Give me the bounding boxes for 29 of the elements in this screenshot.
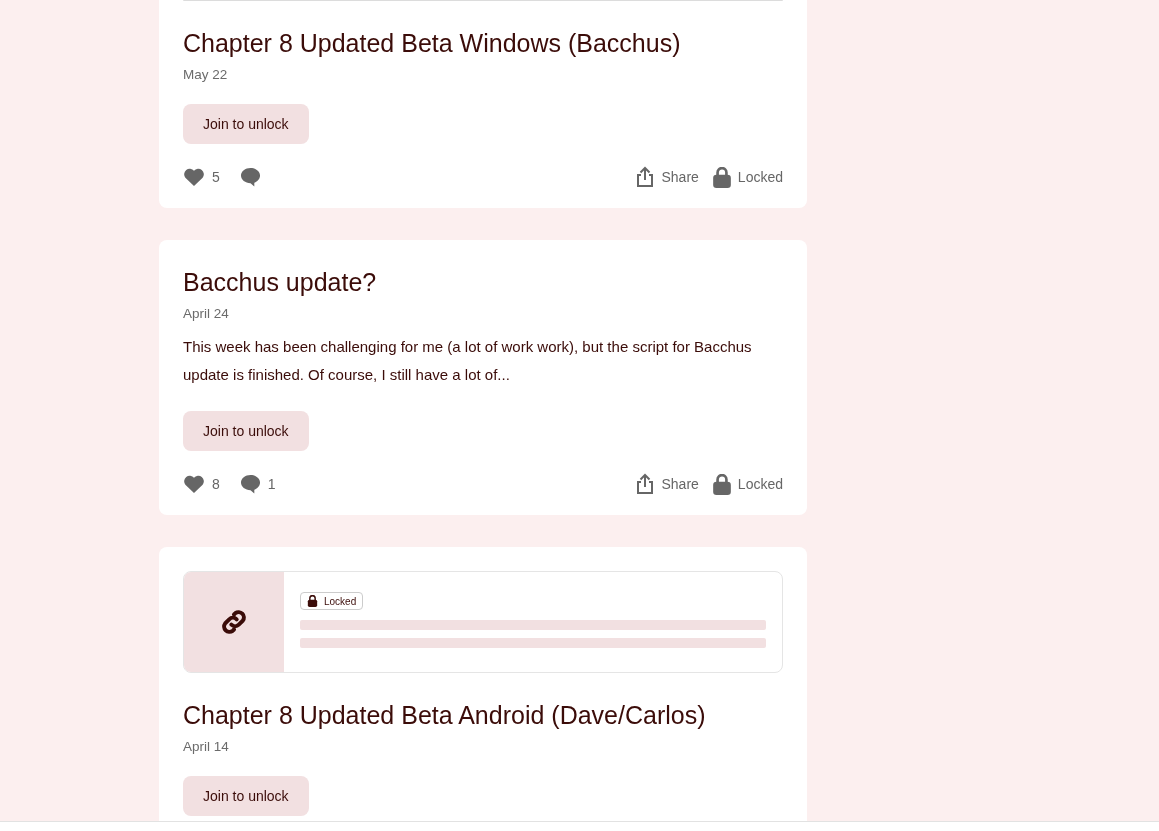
join-to-unlock-button[interactable]: Join to unlock [183, 411, 309, 451]
share-icon [636, 473, 655, 495]
share-button[interactable]: Share [636, 473, 699, 495]
comment-icon [239, 474, 261, 494]
join-to-unlock-button[interactable]: Join to unlock [183, 776, 309, 816]
locked-status: Locked [712, 473, 783, 495]
comment-button[interactable]: 1 [239, 474, 276, 494]
like-button[interactable]: 5 [183, 167, 220, 187]
post-date: April 24 [183, 306, 230, 321]
post-excerpt: This week has been challenging for me (a lot of work work), but the script for Bacchus update is finished. Of course, I still have a lot of... [183, 337, 753, 385]
comment-button[interactable] [239, 167, 261, 187]
heart-icon [183, 474, 205, 494]
comment-icon [239, 167, 261, 187]
post-date: April 14 [183, 739, 230, 754]
lock-icon [712, 166, 731, 188]
like-button[interactable]: 8 [183, 474, 220, 494]
post-date: May 22 [183, 67, 229, 82]
locked-status: Locked [712, 166, 783, 188]
post-title[interactable]: Bacchus update? [183, 264, 783, 300]
share-button[interactable]: Share [636, 166, 699, 188]
post-title[interactable]: Chapter 8 Updated Beta Windows (Bacchus) [183, 25, 783, 61]
heart-icon [183, 167, 205, 187]
share-icon [636, 166, 655, 188]
join-to-unlock-button[interactable]: Join to unlock [183, 104, 309, 144]
locked-badge: Locked [300, 592, 364, 610]
link-preview[interactable]: Locked [183, 571, 783, 673]
post-title[interactable]: Chapter 8 Updated Beta Android (Dave/Carlos) [183, 697, 783, 733]
lock-icon [712, 473, 731, 495]
lock-icon [307, 595, 318, 607]
